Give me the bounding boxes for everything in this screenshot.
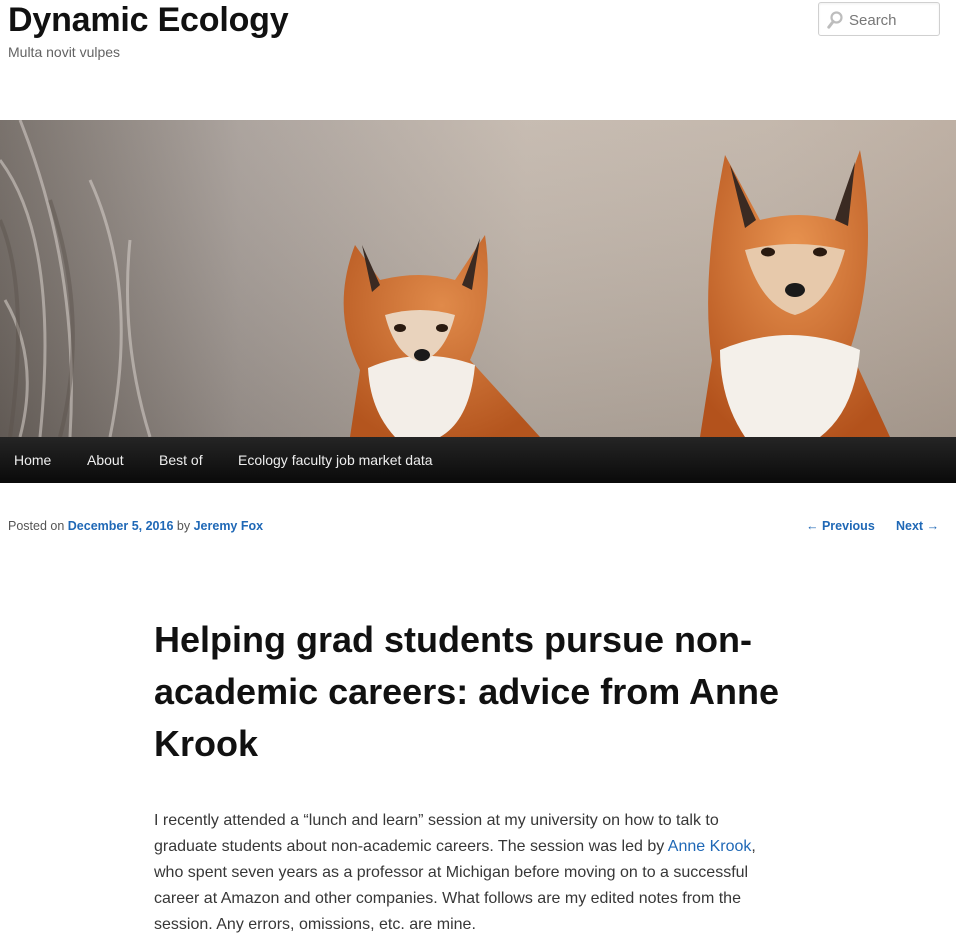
nav-item-home[interactable]: Home	[14, 437, 51, 483]
post-body: I recently attended a “lunch and learn” …	[154, 808, 784, 938]
search-input[interactable]	[849, 10, 935, 30]
search-icon	[827, 11, 843, 29]
nav-item-about[interactable]: About	[87, 437, 124, 483]
nav-item-best-of[interactable]: Best of	[159, 437, 203, 483]
site-title[interactable]: Dynamic Ecology	[8, 0, 289, 40]
anne-krook-link[interactable]: Anne Krook	[668, 838, 752, 855]
banner-image	[0, 120, 956, 437]
page: Dynamic Ecology Multa novit vulpes Searc…	[0, 0, 956, 938]
entry-meta: Posted on December 5, 2016 by Jeremy Fox	[8, 518, 263, 534]
next-post-link[interactable]: Next →	[896, 518, 939, 534]
previous-post-link[interactable]: ← Previous	[806, 518, 875, 534]
post-date-link[interactable]: December 5, 2016	[68, 519, 174, 533]
main-nav: Home About Best of Ecology faculty job m…	[0, 437, 956, 483]
search-box[interactable]	[818, 2, 940, 36]
author-link[interactable]: Jeremy Fox	[194, 519, 263, 533]
site-tagline: Multa novit vulpes	[8, 44, 121, 60]
posted-on-label: Posted on	[8, 519, 65, 533]
nav-item-job-market-data[interactable]: Ecology faculty job market data	[238, 437, 433, 483]
by-label: by	[176, 519, 191, 533]
post-title: Helping grad students pursue non-academi…	[154, 619, 779, 764]
post-body-text: I recently attended a “lunch and learn” …	[154, 812, 719, 855]
